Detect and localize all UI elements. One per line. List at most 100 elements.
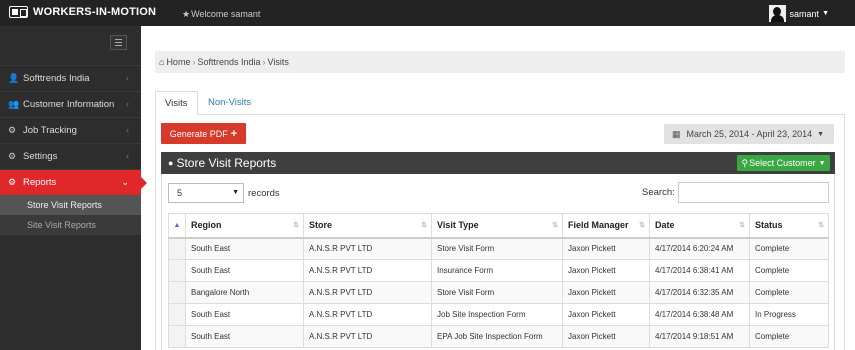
cell-field-manager: Jaxon Pickett (562, 325, 650, 348)
records-length-control: 5 ▼ records (168, 183, 280, 203)
cell-store: A.N.S.R PVT LTD (303, 325, 432, 348)
table-search: Search: (642, 182, 829, 203)
table-row[interactable]: South East A.N.S.R PVT LTD Store Visit F… (168, 237, 829, 260)
table-row[interactable]: South East A.N.S.R PVT LTD Job Site Insp… (168, 303, 829, 326)
sidebar-item-label: Reports (23, 177, 57, 188)
generate-pdf-label: Generate PDF (169, 128, 228, 139)
cell-region: South East (185, 259, 304, 282)
table-header-row: ▲ Region ⇅ Store ⇅ Visit Type ⇅ Field Manag… (168, 213, 829, 239)
globe-icon: ● (168, 158, 174, 168)
column-header-label: Date (655, 220, 675, 231)
row-marker (168, 303, 186, 326)
breadcrumb-separator: › (192, 57, 196, 67)
cell-date: 4/17/2014 6:38:41 AM (649, 259, 750, 282)
sidebar-item-reports[interactable]: ⚙ Reports ⌄ (0, 169, 147, 195)
records-per-page-select[interactable]: 5 ▼ (168, 183, 244, 203)
sort-icon: ⇅ (293, 222, 299, 229)
sidebar-item-settings[interactable]: ⚙ Settings ‹ (0, 143, 141, 169)
sidebar-item-label: Softtrends India (23, 73, 90, 84)
cell-date: 4/17/2014 6:20:24 AM (649, 237, 750, 260)
hamburger-line (115, 45, 122, 46)
sidebar-subitem-site-visit-reports[interactable]: Site Visit Reports (0, 215, 141, 235)
date-range-picker[interactable]: ▦ March 25, 2014 - April 23, 2014 ▼ (664, 124, 834, 144)
column-header-region[interactable]: Region ⇅ (185, 213, 304, 239)
chevron-left-icon: ‹ (126, 73, 129, 83)
cell-date: 4/17/2014 6:38:48 AM (649, 303, 750, 326)
store-visit-table: ▲ Region ⇅ Store ⇅ Visit Type ⇅ Field Manag… (168, 213, 829, 348)
map-marker-icon: ⚲ (741, 157, 749, 168)
welcome-text: Welcome samant (191, 9, 261, 19)
reports-submenu: Store Visit Reports Site Visit Reports (0, 195, 141, 235)
sidebar-item-label: Settings (23, 151, 58, 162)
cell-status: In Progress (749, 303, 829, 326)
cell-store: A.N.S.R PVT LTD (303, 303, 432, 326)
table-row[interactable]: South East A.N.S.R PVT LTD Insurance For… (168, 259, 829, 282)
column-header-field-manager[interactable]: Field Manager ⇅ (562, 213, 650, 239)
select-customer-label: Select Customer (749, 158, 816, 168)
column-header-visit-type[interactable]: Visit Type ⇅ (431, 213, 563, 239)
row-marker (168, 259, 186, 282)
cell-field-manager: Jaxon Pickett (562, 303, 650, 326)
chevron-left-icon: ‹ (126, 99, 129, 109)
menu-toggle-button[interactable] (110, 35, 127, 50)
breadcrumb-company[interactable]: Softtrends India (197, 57, 260, 67)
date-range-value: March 25, 2014 - April 23, 2014 (686, 129, 813, 139)
breadcrumb-current: Visits (267, 57, 289, 67)
table-row[interactable]: South East A.N.S.R PVT LTD EPA Job Site … (168, 325, 829, 348)
cell-status: Complete (749, 237, 829, 260)
tab-non-visits[interactable]: Non-Visits (199, 91, 260, 115)
welcome-message: ★Welcome samant (182, 9, 260, 20)
column-header-date[interactable]: Date ⇅ (649, 213, 750, 239)
chevron-down-icon: ⌄ (121, 177, 129, 187)
panel-title: Store Visit Reports (176, 156, 277, 170)
user-menu[interactable]: samant ▼ (768, 5, 829, 22)
sort-asc-icon[interactable]: ▲ (168, 213, 186, 239)
row-marker (168, 281, 186, 304)
hamburger-line (115, 39, 122, 40)
generate-pdf-button[interactable]: Generate PDF + (161, 123, 246, 144)
cell-visit-type: Job Site Inspection Form (431, 303, 563, 326)
sidebar-item-job-tracking[interactable]: ⚙ Job Tracking ‹ (0, 117, 141, 143)
row-marker (168, 237, 186, 260)
brand-logo-icon (9, 6, 28, 18)
cell-store: A.N.S.R PVT LTD (303, 237, 432, 260)
home-icon: ⌂ (159, 57, 165, 67)
column-header-store[interactable]: Store ⇅ (303, 213, 432, 239)
cell-visit-type: Store Visit Form (431, 281, 563, 304)
chevron-down-icon: ▼ (232, 189, 239, 196)
column-header-status[interactable]: Status ⇅ (749, 213, 829, 239)
search-input[interactable] (677, 182, 829, 203)
cell-region: South East (185, 325, 304, 348)
cell-visit-type: EPA Job Site Inspection Form (431, 325, 563, 348)
brand[interactable]: WORKERS-IN-MOTION (9, 6, 156, 18)
sort-icon: ⇅ (421, 222, 427, 229)
cell-status: Complete (749, 259, 829, 282)
star-icon: ★ (182, 9, 191, 19)
plus-icon: + (230, 127, 238, 140)
sort-icon: ⇅ (739, 222, 745, 229)
gears-icon: ⚙ (8, 177, 17, 187)
cell-field-manager: Jaxon Pickett (562, 237, 650, 260)
select-customer-button[interactable]: ⚲ Select Customer ▼ (737, 155, 830, 171)
sidebar-item-softtrends-india[interactable]: 👤 Softtrends India ‹ (0, 65, 141, 91)
hamburger-line (115, 42, 122, 43)
tab-visits[interactable]: Visits (155, 91, 198, 115)
sort-icon: ⇅ (818, 222, 824, 229)
sidebar-item-customer-information[interactable]: 👥 Customer Information ‹ (0, 91, 141, 117)
chevron-left-icon: ‹ (126, 151, 129, 161)
sidebar-item-label: Job Tracking (23, 125, 77, 136)
cell-visit-type: Store Visit Form (431, 237, 563, 260)
gears-icon: ⚙ (8, 151, 17, 161)
column-header-label: Status (755, 220, 783, 231)
breadcrumb: ⌂ Home › Softtrends India › Visits (155, 51, 845, 73)
cell-status: Complete (749, 281, 829, 304)
chevron-down-icon: ▼ (817, 130, 825, 138)
table-row[interactable]: Bangalore North A.N.S.R PVT LTD Store Vi… (168, 281, 829, 304)
cell-date: 4/17/2014 6:32:35 AM (649, 281, 750, 304)
breadcrumb-home[interactable]: Home (166, 57, 190, 67)
panel-heading: ● Store Visit Reports ⚲ Select Customer … (161, 152, 835, 174)
sort-icon: ⇅ (552, 222, 558, 229)
sidebar-nav: 👤 Softtrends India ‹ 👥 Customer Informat… (0, 65, 147, 235)
sidebar-subitem-store-visit-reports[interactable]: Store Visit Reports (0, 195, 141, 215)
user-icon: 👤 (8, 73, 20, 83)
